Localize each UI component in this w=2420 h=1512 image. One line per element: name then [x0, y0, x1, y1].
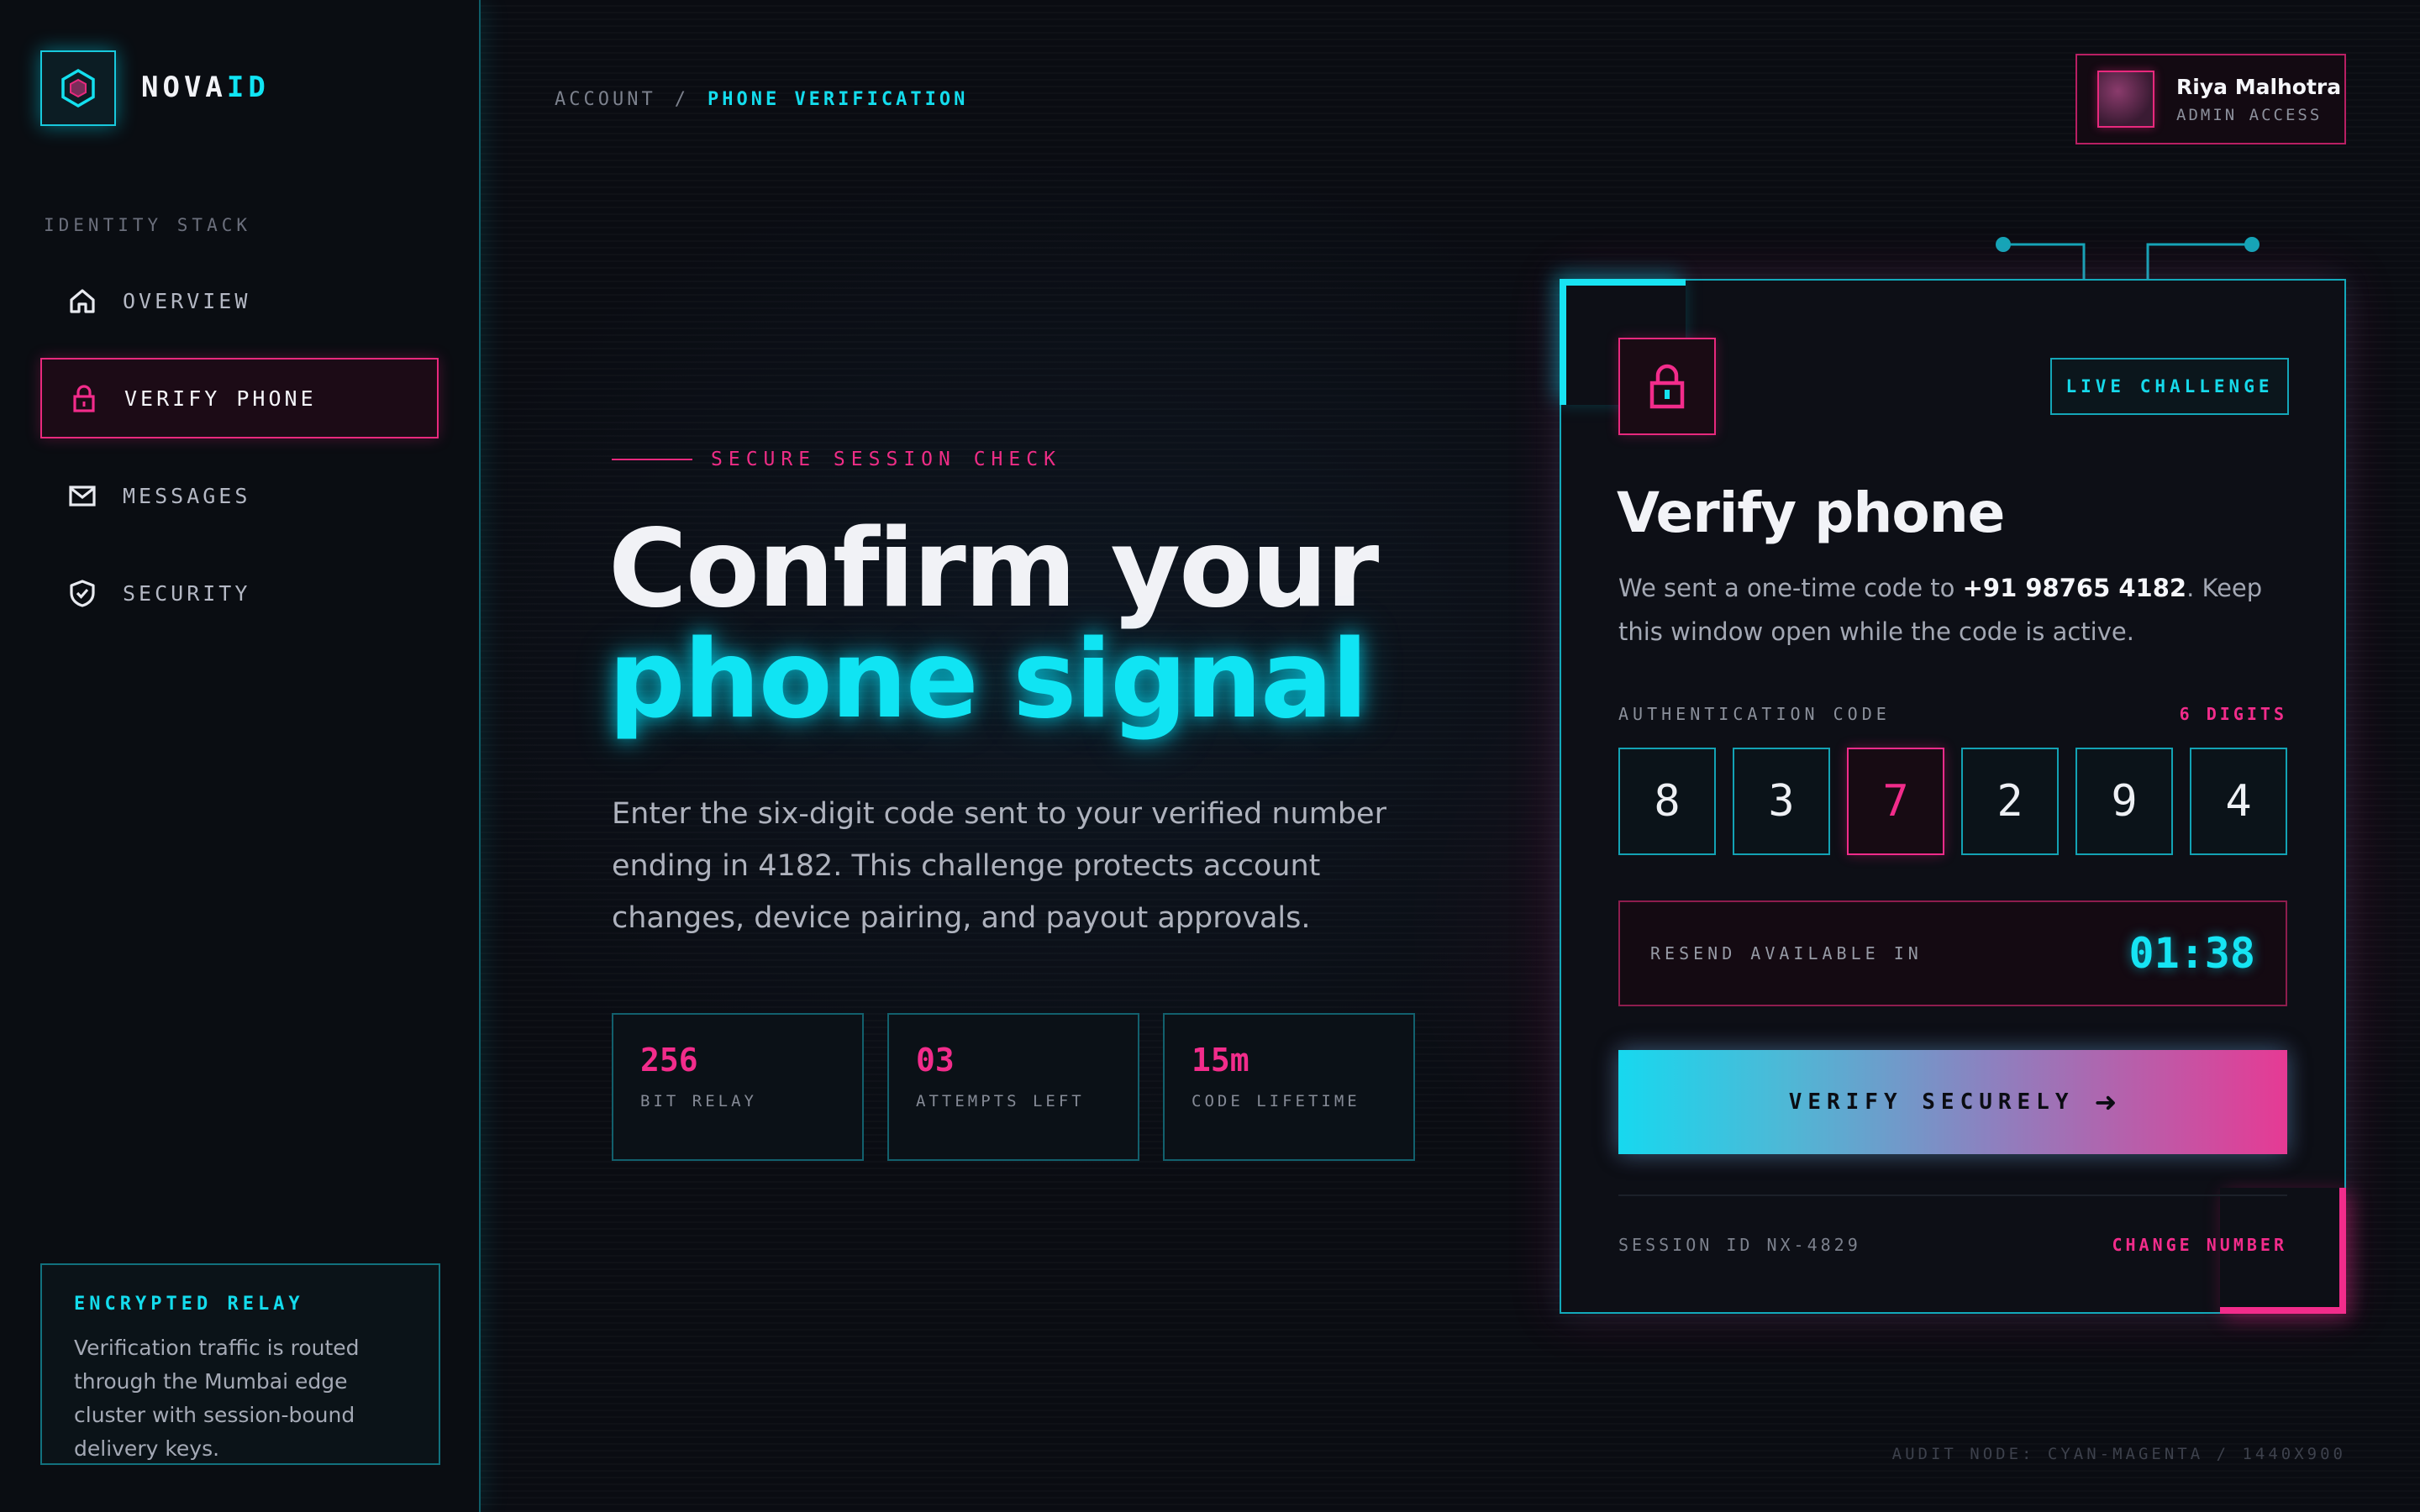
arrow-right-icon: ➜: [2094, 1086, 2118, 1118]
otp-digit-6[interactable]: 4: [2190, 748, 2287, 855]
relay-title: ENCRYPTED RELAY: [74, 1294, 304, 1315]
otp-digit-3[interactable]: 7: [1847, 748, 1944, 855]
verify-securely-button[interactable]: VERIFY SECURELY ➜: [1618, 1050, 2287, 1154]
breadcrumb-parent[interactable]: ACCOUNT: [555, 89, 656, 110]
eyebrow-text: SECURE SESSION CHECK: [711, 449, 1061, 470]
stat-label: CODE LIFETIME: [1192, 1092, 1360, 1110]
breadcrumb: ACCOUNT / PHONE VERIFICATION: [555, 89, 968, 110]
stat-code-lifetime: 15m CODE LIFETIME: [1163, 1013, 1415, 1161]
card-title: Verify phone: [1617, 480, 2005, 545]
otp-digit-5[interactable]: 9: [2075, 748, 2173, 855]
breadcrumb-current: PHONE VERIFICATION: [707, 89, 969, 110]
circuit-decoration: [1996, 237, 2260, 281]
shield-check-icon: [66, 576, 99, 610]
stat-label: BIT RELAY: [640, 1092, 757, 1110]
mail-icon: [66, 479, 99, 512]
code-label: AUTHENTICATION CODE: [1618, 704, 1891, 724]
card-divider: [1618, 1194, 2287, 1196]
sidebar-item-overview[interactable]: OVERVIEW: [40, 260, 439, 341]
sidebar-item-label: OVERVIEW: [123, 288, 251, 313]
code-digit-count: 6 DIGITS: [2179, 704, 2287, 724]
audit-node-footer: AUDIT NODE: CYAN-MAGENTA / 1440X900: [1891, 1445, 2346, 1463]
sidebar-item-label: SECURITY: [123, 580, 251, 606]
logo-mark[interactable]: [40, 50, 116, 126]
hero-title-line2: phone signal: [608, 617, 1368, 743]
relay-body: Verification traffic is routed through t…: [74, 1336, 360, 1461]
otp-digit-4[interactable]: 2: [1961, 748, 2059, 855]
card-lock-badge: [1618, 338, 1716, 435]
stat-value: 256: [640, 1042, 698, 1079]
resend-label: RESEND AVAILABLE IN: [1650, 943, 1923, 963]
avatar: [2097, 71, 2154, 128]
brand-name: NOVAID: [141, 71, 270, 104]
hexagon-icon: [61, 68, 95, 108]
sidebar-item-messages[interactable]: MESSAGES: [40, 455, 439, 536]
breadcrumb-separator: /: [674, 89, 689, 110]
eyebrow-line: [612, 459, 692, 460]
hero-lead: Enter the six-digit code sent to your ve…: [612, 797, 1386, 935]
live-challenge-badge: LIVE CHALLENGE: [2050, 358, 2289, 415]
sidebar-item-label: VERIFY PHONE: [124, 386, 317, 411]
sidebar: NOVAID IDENTITY STACK OVERVIEW VERIFY PH…: [0, 0, 481, 1512]
card-description: We sent a one-time code to +91 98765 418…: [1618, 566, 2291, 654]
sidebar-item-security[interactable]: SECURITY: [40, 553, 439, 633]
session-id: SESSION ID NX-4829: [1618, 1235, 1861, 1255]
change-number-link[interactable]: CHANGE NUMBER: [2075, 1235, 2287, 1255]
stat-value: 15m: [1192, 1042, 1249, 1079]
resend-countdown: RESEND AVAILABLE IN 01:38: [1618, 900, 2287, 1006]
encrypted-relay-panel: ENCRYPTED RELAY Verification traffic is …: [40, 1263, 440, 1465]
stat-value: 03: [916, 1042, 955, 1079]
home-icon: [66, 284, 99, 318]
hero-title-line1: Confirm your: [608, 507, 1379, 632]
stat-attempts-left: 03 ATTEMPTS LEFT: [887, 1013, 1139, 1161]
phone-number: +91 98765 4182: [1962, 574, 2187, 602]
user-name: Riya Malhotra: [2176, 74, 2342, 99]
sidebar-item-label: MESSAGES: [123, 483, 251, 508]
stat-label: ATTEMPTS LEFT: [916, 1092, 1085, 1110]
brand-name-accent: ID: [226, 71, 270, 104]
sidebar-item-verify-phone[interactable]: VERIFY PHONE: [40, 358, 439, 438]
lock-icon: [1649, 364, 1685, 409]
user-menu[interactable]: Riya Malhotra ADMIN ACCESS: [2075, 54, 2346, 144]
user-meta: Riya Malhotra ADMIN ACCESS: [2176, 75, 2341, 124]
verify-button-label: VERIFY SECURELY: [1788, 1089, 2075, 1115]
hero-eyebrow: SECURE SESSION CHECK: [612, 449, 1061, 470]
lock-icon: [67, 381, 101, 415]
otp-digit-1[interactable]: 8: [1618, 748, 1716, 855]
hero-title: Confirm your phone signal: [608, 507, 1379, 743]
sidebar-section-label: IDENTITY STACK: [44, 215, 252, 235]
otp-digit-2[interactable]: 3: [1733, 748, 1830, 855]
resend-timer: 01:38: [2128, 929, 2255, 978]
brand-name-prefix: NOVA: [141, 71, 227, 104]
card-desc-prefix: We sent a one-time code to: [1618, 574, 1963, 602]
stat-bit-relay: 256 BIT RELAY: [612, 1013, 864, 1161]
user-role: ADMIN ACCESS: [2176, 105, 2323, 124]
